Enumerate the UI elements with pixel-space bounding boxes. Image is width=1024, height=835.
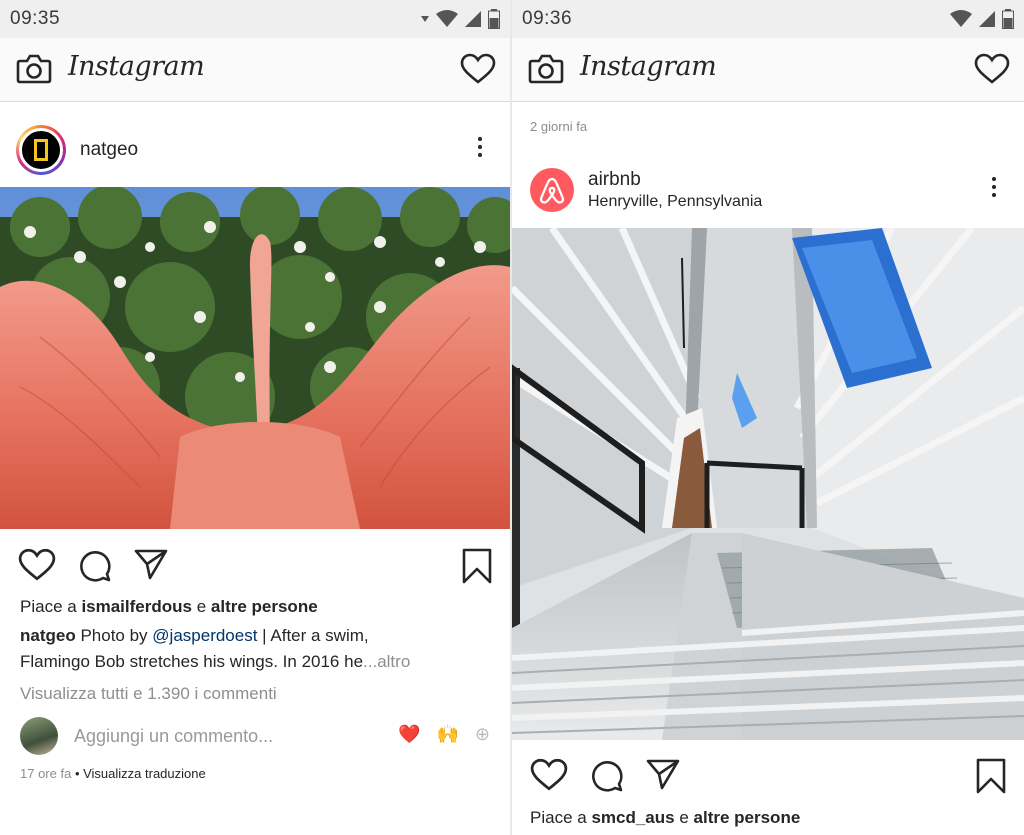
caption-text: Photo by bbox=[75, 626, 153, 645]
bookmark-icon[interactable] bbox=[462, 548, 492, 584]
post-meta: 17 ore fa • Visualizza traduzione bbox=[20, 766, 206, 781]
natgeo-logo bbox=[34, 139, 48, 161]
airbnb-logo-icon bbox=[539, 177, 565, 204]
post-actions bbox=[0, 534, 510, 590]
battery-icon bbox=[1002, 9, 1014, 29]
more-options-icon[interactable] bbox=[478, 137, 482, 161]
see-translation-link[interactable]: • Visualizza traduzione bbox=[71, 766, 206, 781]
caption-line-1: natgeo Photo by @jasperdoest | After a s… bbox=[20, 626, 369, 646]
heart-icon[interactable] bbox=[974, 53, 1010, 85]
right-screen: 09:36 Instagram 2 giorni fa airbnb Henry… bbox=[512, 0, 1024, 835]
post-header: airbnb Henryville, Pennsylvania bbox=[512, 153, 1024, 227]
status-bar: 09:35 bbox=[0, 0, 510, 38]
status-icons bbox=[420, 9, 500, 29]
signal-icon bbox=[979, 11, 995, 27]
post-header: natgeo bbox=[0, 113, 510, 187]
status-time: 09:36 bbox=[522, 8, 573, 29]
likes-line: Piace a smcd_aus e altre persone bbox=[530, 808, 800, 828]
avatar[interactable] bbox=[16, 125, 66, 175]
app-bar: Instagram bbox=[512, 38, 1024, 102]
liker-username[interactable]: smcd_aus bbox=[591, 808, 674, 827]
previous-post-time: 2 giorni fa bbox=[530, 119, 588, 134]
post-username[interactable]: natgeo bbox=[80, 139, 138, 161]
camera-icon[interactable] bbox=[16, 53, 52, 85]
likes-prefix: Piace a bbox=[530, 808, 592, 827]
post-time: 17 ore fa bbox=[20, 766, 72, 781]
add-comment-row: Aggiungi un commento... ❤️ 🙌 ⊕ bbox=[20, 716, 490, 756]
post-user-block: airbnb Henryville, Pennsylvania bbox=[588, 169, 762, 211]
left-screen: 09:35 Instagram natgeo Piace a ismailfer… bbox=[0, 0, 510, 835]
battery-icon bbox=[488, 9, 500, 29]
raised-hands-reaction-icon[interactable]: 🙌 bbox=[436, 724, 458, 745]
caption-more-link[interactable]: ...altro bbox=[363, 652, 410, 671]
more-options-icon[interactable] bbox=[992, 177, 996, 201]
post-actions bbox=[512, 744, 1024, 800]
post-photo[interactable] bbox=[0, 187, 510, 529]
post-username[interactable]: airbnb bbox=[588, 169, 762, 191]
comment-icon[interactable] bbox=[77, 548, 111, 582]
wifi-icon bbox=[950, 10, 972, 27]
avatar[interactable] bbox=[530, 168, 574, 212]
wifi-icon bbox=[436, 10, 458, 27]
post-photo[interactable] bbox=[512, 228, 1024, 740]
instagram-logo: Instagram bbox=[580, 51, 717, 82]
caption-text-2: | After a swim, bbox=[257, 626, 369, 645]
like-icon[interactable] bbox=[530, 758, 568, 792]
instagram-logo: Instagram bbox=[68, 51, 205, 82]
others-link[interactable]: altre persone bbox=[211, 597, 318, 616]
view-all-comments[interactable]: Visualizza tutti e 1.390 i commenti bbox=[20, 684, 277, 704]
status-time: 09:35 bbox=[10, 8, 61, 29]
likes-mid: e bbox=[674, 808, 694, 827]
likes-mid: e bbox=[191, 597, 211, 616]
avatar[interactable] bbox=[20, 717, 58, 755]
heart-icon[interactable] bbox=[460, 53, 496, 85]
likes-prefix: Piace a bbox=[20, 597, 82, 616]
likes-line: Piace a ismailferdous e altre persone bbox=[20, 597, 318, 617]
download-indicator-icon bbox=[421, 16, 429, 22]
status-bar: 09:36 bbox=[512, 0, 1024, 38]
add-reaction-icon[interactable]: ⊕ bbox=[475, 724, 490, 745]
share-icon[interactable] bbox=[646, 758, 680, 790]
post-location[interactable]: Henryville, Pennsylvania bbox=[588, 193, 762, 211]
caption-username[interactable]: natgeo bbox=[20, 626, 76, 645]
share-icon[interactable] bbox=[134, 548, 168, 580]
app-bar: Instagram bbox=[0, 38, 510, 102]
others-link[interactable]: altre persone bbox=[694, 808, 801, 827]
liker-username[interactable]: ismailferdous bbox=[81, 597, 192, 616]
signal-icon bbox=[465, 11, 481, 27]
comment-icon[interactable] bbox=[589, 758, 623, 792]
caption-mention[interactable]: @jasperdoest bbox=[152, 626, 257, 645]
like-icon[interactable] bbox=[18, 548, 56, 582]
caption-text-3: Flamingo Bob stretches his wings. In 201… bbox=[20, 652, 364, 671]
quick-reactions: ❤️ 🙌 ⊕ bbox=[398, 724, 490, 745]
bookmark-icon[interactable] bbox=[976, 758, 1006, 794]
comment-input[interactable]: Aggiungi un commento... bbox=[74, 726, 273, 747]
caption-line-2: Flamingo Bob stretches his wings. In 201… bbox=[20, 652, 410, 672]
heart-reaction-icon[interactable]: ❤️ bbox=[398, 724, 420, 745]
status-icons bbox=[950, 9, 1014, 29]
camera-icon[interactable] bbox=[528, 53, 564, 85]
